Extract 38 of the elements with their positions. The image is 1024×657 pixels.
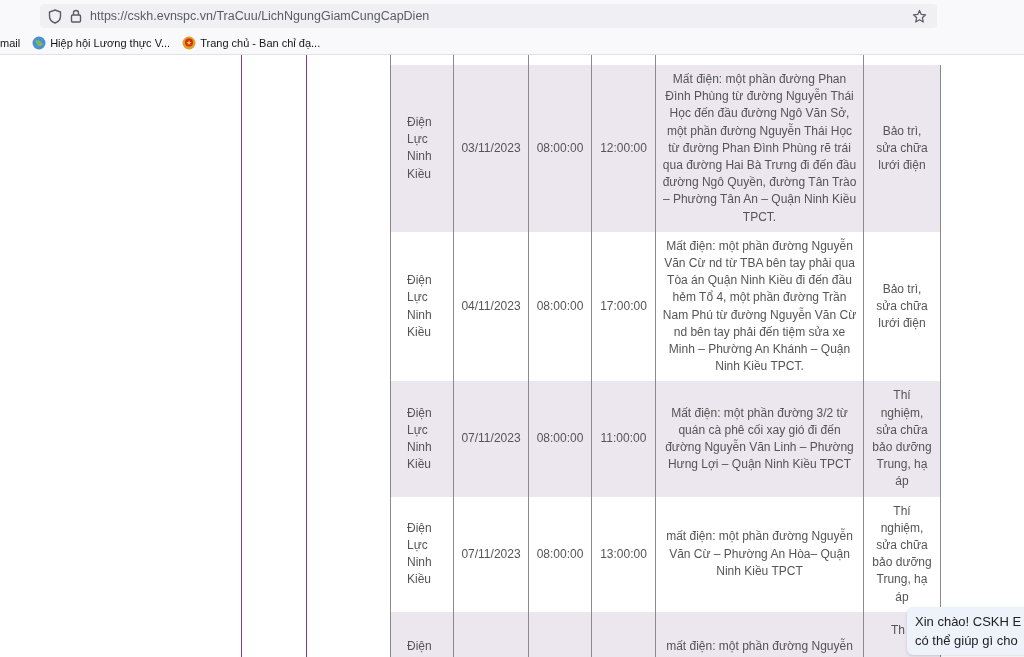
table-cell: 08:00:00 — [536, 139, 584, 157]
table-cell-text: Bảo trì, sửa chữa lưới điện — [875, 122, 929, 174]
lock-icon[interactable] — [70, 9, 82, 23]
url-text: https://cskh.evnspc.vn/TraCuu/LichNgungGiamCungCapDien — [90, 9, 431, 23]
table-cell: 08:00:00 — [536, 430, 584, 448]
emblem-icon — [182, 36, 197, 50]
table-cell: 13:00:00 — [600, 545, 647, 563]
table-cell: 08:00:00 — [536, 545, 584, 563]
table-cell: 17:00:00 — [600, 298, 647, 316]
bookmark[interactable]: mail — [0, 37, 21, 49]
table-cell-text: mất điện: một phần đường Nguyễn — [665, 637, 854, 655]
table-cell-text: Điện Lực Ninh Kiều — [407, 272, 433, 341]
table-cell: 08:00:00 — [536, 298, 584, 316]
table-cell-text: Điện Lực Ninh Kiều — [407, 404, 433, 474]
table-cell-text: Bảo trì, sửa chữa lưới điện — [875, 280, 929, 333]
shield-icon[interactable] — [48, 8, 62, 24]
table-cell: 04/11/2023 — [461, 298, 521, 316]
table-cell: 07/11/2023 — [461, 545, 521, 563]
table-cell-text: Mất điện: một phần đường Nguyễn Văn Cừ nd từ TBA bên tay phải qua Tòa án Quận Ninh Kiều đi đến đầu hẻm Tổ 4, một phần đường Trần Nam Phú từ đường Nguyễn Văn Cừ nd bên tay phải đến tiệm sửa xe Minh – Phường An Khánh – Quận Ninh Kiều TPCT. — [661, 237, 858, 376]
table-cell: Thí nghiệm, sửa chữa bảo dưỡng Trung, hạ áp — [871, 387, 933, 491]
bookmark[interactable]: Hiệp hội Lương thực V... — [32, 36, 171, 50]
table-cell-text: Điện Lực Ninh Kiều — [407, 114, 433, 183]
table-cell: 11:00:00 — [600, 430, 647, 448]
table-cell: 03/11/2023 — [461, 139, 521, 157]
globe-icon — [32, 36, 47, 50]
chat-popup[interactable]: Xin chào! CSKH E có thể giúp gì cho — [907, 607, 1024, 655]
star-icon[interactable] — [912, 8, 927, 24]
table-cell-text: mất điện: một phần đường Nguyễn Văn Cừ – Phường An Hòa– Quận Ninh Kiều TPCT — [665, 528, 854, 580]
table-cell: 07/11/2023 — [461, 430, 521, 448]
table-cell-text: Mất điện: một phần đường 3/2 từ quán cà phê cối xay gió đi đến đường Nguyễn Văn Linh – Phường Hưng Lợi – Quận Ninh Kiều TPCT — [664, 404, 855, 474]
table-cell-text: Điện Lực Ninh Kiều — [407, 519, 433, 589]
table-cell-text: Mất điện: một phần đường Phan Đình Phùng từ đường Nguyễn Thái Học đến đầu đường Ngô Văn Sở, một phần đường Nguyễn Thái Học từ đường Phan Đình Phùng rẽ trái qua đường Hai Bà Trưng đi đến đầu đường Ngô Quyền, đường Tân Trào – Phường Tân An – Quận Ninh Kiều TPCT. — [661, 71, 858, 226]
table-cell-text: Điện — [407, 637, 433, 655]
bookmark[interactable]: Trang chủ - Ban chỉ đạ... — [182, 36, 321, 50]
address-bar[interactable]: https://cskh.evnspc.vn/TraCuu/LichNgungGiamCungCapDien — [40, 4, 937, 28]
table-cell: Thí nghiệm, sửa chữa bảo dưỡng Trung, hạ áp — [871, 502, 933, 606]
table-cell-text: Th — [891, 621, 905, 639]
table-cell: 12:00:00 — [600, 139, 647, 157]
